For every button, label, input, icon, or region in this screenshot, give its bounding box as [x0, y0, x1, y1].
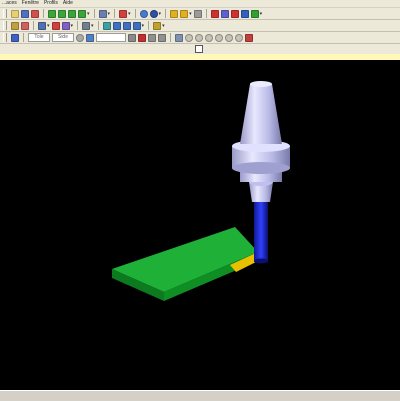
- green-cube-icon[interactable]: [68, 9, 76, 18]
- arrow-icon[interactable]: [21, 21, 29, 30]
- separator: [93, 9, 95, 18]
- separator: [114, 9, 116, 18]
- value-field[interactable]: [96, 33, 126, 42]
- cube-icon[interactable]: [112, 21, 121, 30]
- separator: [165, 9, 167, 18]
- gear-icon[interactable]: [76, 33, 84, 42]
- shape-icon[interactable]: [245, 33, 253, 42]
- chevron-down-icon[interactable]: ▾: [189, 11, 192, 17]
- cube-icon[interactable]: [122, 21, 131, 30]
- chevron-down-icon[interactable]: ▾: [159, 11, 162, 17]
- cube-icon[interactable]: [38, 21, 46, 30]
- shape-icon[interactable]: [175, 33, 183, 42]
- chevron-down-icon[interactable]: ▾: [260, 11, 263, 17]
- sphere-icon[interactable]: [149, 9, 158, 18]
- chevron-down-icon[interactable]: ▾: [71, 23, 74, 29]
- cube-icon[interactable]: [230, 9, 239, 18]
- separator: [33, 21, 34, 30]
- separator: [170, 33, 171, 42]
- toolbar-grip[interactable]: [3, 33, 7, 42]
- tool-icon[interactable]: [153, 21, 162, 30]
- menu-bar: ...aces Fenêtre Profils Aide: [0, 0, 400, 7]
- cube-icon[interactable]: [240, 9, 249, 18]
- holder-taper: [240, 84, 282, 144]
- diamond-icon[interactable]: [250, 9, 259, 18]
- flag-icon[interactable]: [210, 9, 219, 18]
- green-cube-icon[interactable]: [48, 9, 56, 18]
- tole-field[interactable]: Tole: [28, 33, 50, 42]
- flange-bottom: [232, 162, 290, 174]
- save-icon[interactable]: [21, 9, 29, 18]
- separator: [97, 21, 99, 30]
- view-red-icon[interactable]: [119, 9, 128, 18]
- toolbar-row-2: ▾ ▾ ▾ ▾ ▾: [0, 20, 400, 32]
- separator: [77, 21, 79, 30]
- cutting-tool: [254, 200, 268, 264]
- scene-svg: [112, 81, 290, 301]
- toolbar-grip[interactable]: [3, 9, 7, 18]
- taper-top: [250, 81, 272, 87]
- menu-item-2[interactable]: Fenêtre: [22, 0, 39, 7]
- marker-icon[interactable]: [138, 33, 146, 42]
- menu-item-3[interactable]: Profils: [44, 0, 58, 7]
- toolbar-grip[interactable]: [3, 21, 7, 30]
- menu-item-1[interactable]: ...aces: [2, 0, 17, 7]
- tool-tip: [254, 258, 268, 264]
- document-icon[interactable]: [195, 45, 203, 53]
- separator: [134, 9, 136, 18]
- radio-option[interactable]: [235, 33, 243, 42]
- pencil-icon[interactable]: [170, 9, 179, 18]
- radio-option[interactable]: [205, 33, 213, 42]
- chevron-down-icon[interactable]: ▾: [47, 23, 50, 29]
- tool-icon[interactable]: [148, 33, 156, 42]
- layer-icon[interactable]: [86, 33, 94, 42]
- side-field[interactable]: Side: [52, 33, 74, 42]
- view-icon[interactable]: [98, 9, 107, 18]
- radio-option[interactable]: [195, 33, 203, 42]
- toolbar-row-1: ▾ ▾ ▾ ▾ ▾ ▾: [0, 8, 400, 20]
- settings-icon[interactable]: [128, 33, 136, 42]
- open-icon[interactable]: [11, 9, 19, 18]
- chart-icon[interactable]: [102, 21, 111, 30]
- print-icon[interactable]: [31, 9, 39, 18]
- bottom-bar: [0, 390, 400, 401]
- toggle-icon[interactable]: [11, 33, 19, 42]
- separator: [205, 9, 207, 18]
- green-cube-icon[interactable]: [78, 9, 86, 18]
- chevron-down-icon[interactable]: ▾: [91, 23, 94, 29]
- chevron-down-icon[interactable]: ▾: [87, 11, 90, 17]
- cube-icon[interactable]: [132, 21, 141, 30]
- tool-icon[interactable]: [180, 9, 189, 18]
- chevron-down-icon[interactable]: ▾: [108, 11, 111, 17]
- chevron-down-icon[interactable]: ▾: [142, 23, 145, 29]
- chevron-down-icon[interactable]: ▾: [162, 23, 165, 29]
- radio-option[interactable]: [215, 33, 223, 42]
- green-cube-icon[interactable]: [58, 9, 66, 18]
- end-mill: [254, 200, 268, 262]
- chevron-down-icon[interactable]: ▾: [128, 11, 131, 17]
- cube-icon[interactable]: [220, 9, 229, 18]
- menu-item-4[interactable]: Aide: [63, 0, 73, 7]
- toolbar-row-3: Tole Side: [0, 32, 400, 44]
- grid-icon[interactable]: [51, 21, 60, 30]
- radio-option[interactable]: [225, 33, 233, 42]
- globe-icon[interactable]: [139, 9, 148, 18]
- workpiece-part: [112, 227, 258, 301]
- tool-holder: [232, 81, 290, 202]
- radio-option[interactable]: [185, 33, 193, 42]
- wrench-icon[interactable]: [193, 9, 202, 18]
- grid-icon[interactable]: [158, 33, 166, 42]
- cube-icon[interactable]: [82, 21, 91, 30]
- grid-icon[interactable]: [61, 21, 70, 30]
- separator: [23, 33, 24, 42]
- separator: [148, 21, 150, 30]
- 3d-viewport[interactable]: [0, 60, 400, 390]
- hammer-icon[interactable]: [11, 21, 19, 30]
- separator: [43, 9, 44, 18]
